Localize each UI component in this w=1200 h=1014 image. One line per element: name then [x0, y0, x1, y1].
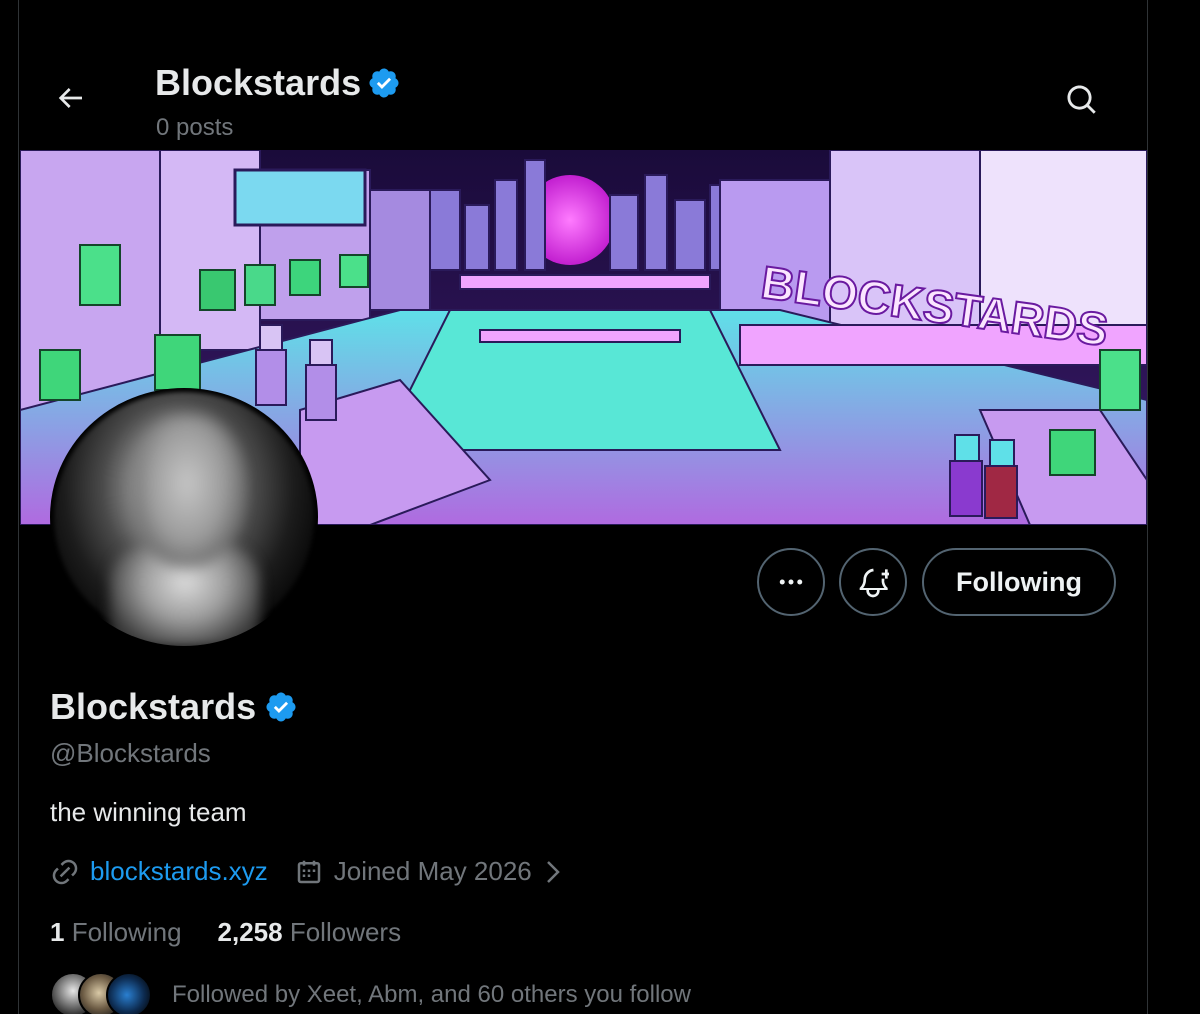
joined-date: Joined May 2026	[333, 856, 532, 886]
followed-by-row[interactable]: Followed by Xeet, Abm, and 60 others you…	[50, 972, 691, 1014]
verified-badge-icon[interactable]	[264, 690, 298, 724]
back-button[interactable]	[50, 78, 90, 118]
verified-badge-icon	[369, 68, 399, 98]
more-dots-icon	[779, 579, 803, 585]
calendar-icon	[297, 860, 320, 883]
followers-count: 2,258	[217, 917, 283, 947]
profile-handle: @Blockstards	[50, 738, 211, 768]
follow-counts: 1 Following 2,258 Followers	[50, 917, 401, 948]
website-item[interactable]: blockstards.xyz	[50, 856, 268, 887]
follower-avatar	[106, 972, 152, 1014]
chevron-right-icon	[546, 860, 560, 883]
arrow-left-icon	[58, 88, 82, 108]
link-icon	[52, 859, 78, 884]
search-icon	[1067, 85, 1096, 114]
website-link[interactable]: blockstards.xyz	[90, 856, 268, 887]
search-button[interactable]	[1060, 78, 1104, 122]
profile-avatar[interactable]	[50, 388, 318, 646]
header-name: Blockstards	[155, 62, 362, 103]
joined-item[interactable]: Joined May 2026	[294, 856, 564, 887]
profile-bio: the winning team	[50, 797, 247, 827]
following-label: Following	[71, 917, 182, 947]
bell-plus-icon	[859, 568, 889, 598]
following-count-link[interactable]: 1 Following	[50, 917, 182, 948]
profile-name: Blockstards	[50, 686, 257, 727]
avatar-blur-head	[132, 416, 242, 566]
followers-label: Followers	[289, 917, 402, 947]
profile-name-row: Blockstards	[50, 686, 298, 728]
following-count: 1	[50, 917, 65, 947]
following-button[interactable]: Following	[922, 548, 1116, 616]
followed-by-text: Followed by Xeet, Abm, and 60 others you…	[172, 981, 691, 1008]
profile-meta: blockstards.xyz Joined May 2026	[50, 856, 564, 887]
header-post-count: 0 posts	[156, 114, 234, 141]
more-options-button[interactable]	[757, 548, 825, 616]
header-title: Blockstards	[155, 62, 401, 104]
notifications-button[interactable]	[839, 548, 907, 616]
followers-count-link[interactable]: 2,258 Followers	[218, 917, 402, 948]
